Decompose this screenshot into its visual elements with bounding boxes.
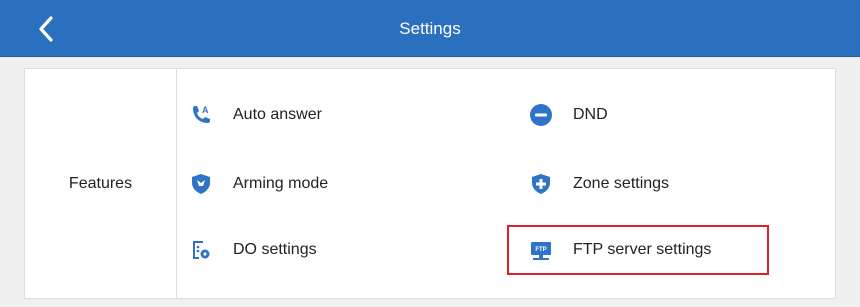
menu-item-zone-settings[interactable]: Zone settings — [529, 164, 669, 204]
svg-text:FTP: FTP — [535, 247, 546, 253]
menu-item-ftp-server-settings[interactable]: FTP FTP server settings — [529, 230, 711, 270]
menu-item-label: Auto answer — [233, 106, 322, 123]
menu-item-dnd[interactable]: DND — [529, 95, 608, 135]
menu-item-label: Zone settings — [573, 175, 670, 192]
menu-item-label: DND — [573, 106, 608, 123]
menu-item-label: DO settings — [233, 241, 317, 258]
menu-item-arming-mode[interactable]: Arming mode — [189, 164, 328, 204]
menu-item-do-settings[interactable]: DO settings — [189, 230, 317, 270]
menu-item-label: FTP server settings — [573, 241, 712, 258]
dnd-minus-circle-icon — [529, 103, 553, 127]
menu-item-label: Arming mode — [233, 175, 329, 192]
do-settings-icon — [189, 238, 213, 262]
ftp-monitor-icon: FTP — [529, 238, 553, 262]
zone-shield-plus-icon — [529, 172, 553, 196]
auto-answer-phone-icon: A — [189, 103, 213, 127]
menu-item-auto-answer[interactable]: A Auto answer — [189, 95, 322, 135]
settings-panel: Features A Auto answer DND Arming mode Z… — [24, 68, 836, 299]
chevron-left-icon — [39, 16, 53, 42]
section-label-features: Features — [25, 69, 177, 298]
arming-shield-icon — [189, 172, 213, 196]
page-title: Settings — [399, 18, 461, 38]
svg-text:A: A — [202, 105, 209, 115]
title-bar: Settings — [0, 0, 860, 57]
back-button[interactable] — [26, 12, 66, 46]
